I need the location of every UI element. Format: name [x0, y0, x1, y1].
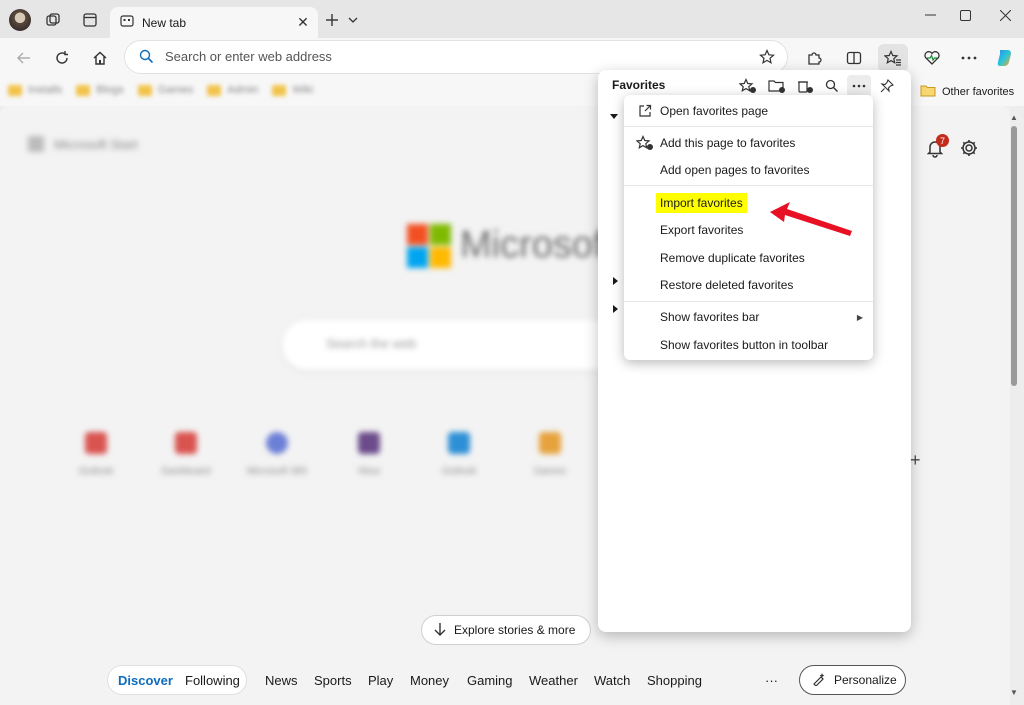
menu-item-show-favorites-button[interactable]: Show favorites button in toolbar: [624, 332, 873, 358]
close-window-icon[interactable]: [990, 4, 1020, 26]
scrollbar[interactable]: [1011, 126, 1017, 686]
browser-essentials-heart-icon[interactable]: [920, 46, 944, 70]
quick-link[interactable]: Dashboard: [150, 416, 222, 488]
quick-link[interactable]: Outlook: [423, 416, 495, 488]
add-favorite-icon: [636, 134, 654, 152]
add-favorite-star-icon[interactable]: [759, 49, 775, 68]
other-favorites[interactable]: Other favorites: [920, 84, 1014, 100]
menu-item-show-favorites-bar[interactable]: Show favorites bar ▶: [624, 304, 873, 330]
collapsed-folder-caret-icon[interactable]: [612, 276, 620, 286]
menu-item-open-favorites-page[interactable]: Open favorites page: [624, 98, 873, 124]
quick-link[interactable]: Games: [514, 416, 586, 488]
favorites-panel-title: Favorites: [612, 78, 666, 92]
menu-item-add-this-page[interactable]: Add this page to favorites: [624, 130, 873, 156]
pin-icon[interactable]: [877, 76, 897, 96]
folder-icon: [76, 84, 91, 96]
menu-divider: [624, 185, 873, 186]
tab-bar: New tab ✕: [0, 0, 1024, 38]
scroll-down-arrow-icon[interactable]: ▼: [1010, 688, 1018, 697]
minimize-icon[interactable]: [915, 4, 945, 26]
search-favorites-icon[interactable]: [822, 76, 842, 96]
collapsed-folder-caret-icon[interactable]: [612, 304, 620, 314]
tab-following[interactable]: Following: [185, 673, 240, 688]
tab-weather[interactable]: Weather: [529, 673, 578, 688]
split-screen-icon[interactable]: [842, 46, 866, 70]
more-options-icon[interactable]: [957, 46, 981, 70]
delete-favorite-icon[interactable]: [795, 76, 815, 96]
folder-icon: [272, 84, 287, 96]
favorite-folder[interactable]: Installs: [8, 84, 62, 96]
menu-item-restore-deleted[interactable]: Restore deleted favorites: [624, 272, 873, 298]
vertical-tabs-icon[interactable]: [79, 9, 101, 31]
new-tab-page-icon: [120, 14, 134, 31]
folder-icon: [8, 84, 22, 96]
tab-shopping[interactable]: Shopping: [647, 673, 702, 688]
folder-icon: [207, 84, 222, 96]
tab-news[interactable]: News: [265, 673, 298, 688]
favorite-folder[interactable]: Games: [137, 84, 193, 96]
favorite-folder[interactable]: Wiki: [272, 84, 313, 96]
personalize-button[interactable]: Personalize: [799, 665, 906, 695]
annotation-arrow-icon: [770, 202, 852, 236]
microsoft-wordmark: Microsoft: [460, 224, 615, 266]
scroll-up-arrow-icon[interactable]: ▲: [1010, 113, 1018, 122]
open-external-icon: [636, 102, 654, 120]
tab-new-tab[interactable]: New tab ✕: [110, 7, 318, 38]
add-folder-icon[interactable]: [767, 76, 787, 96]
refresh-icon[interactable]: [50, 46, 74, 70]
address-input[interactable]: [165, 49, 725, 64]
tab-watch[interactable]: Watch: [594, 673, 630, 688]
notification-badge: 7: [936, 134, 949, 147]
favorite-folder[interactable]: Blogs: [76, 84, 124, 96]
profile-avatar[interactable]: [9, 9, 31, 31]
app-launcher-icon[interactable]: [28, 136, 44, 152]
more-options-icon[interactable]: [847, 75, 871, 97]
tab-title: New tab: [142, 15, 187, 30]
add-icon[interactable]: +: [910, 450, 921, 471]
menu-divider: [624, 126, 873, 127]
microsoft-start-header[interactable]: Microsoft Start: [28, 136, 138, 152]
new-tab-button[interactable]: [322, 10, 342, 30]
quick-link[interactable]: Microsoft 365: [241, 416, 313, 488]
tab-discover[interactable]: Discover: [118, 673, 173, 688]
microsoft-logo: [407, 224, 451, 268]
arrow-down-icon: [434, 622, 446, 639]
gear-icon[interactable]: [959, 138, 981, 160]
extensions-icon[interactable]: [802, 46, 826, 70]
maximize-icon[interactable]: [950, 4, 980, 26]
copilot-icon[interactable]: [993, 46, 1017, 70]
explore-stories-button[interactable]: Explore stories & more: [421, 615, 591, 645]
menu-divider: [624, 301, 873, 302]
address-bar[interactable]: [124, 40, 788, 74]
menu-item-remove-duplicates[interactable]: Remove duplicate favorites: [624, 245, 873, 271]
feed-navigation: Discover Following News Sports Play Mone…: [0, 664, 1010, 698]
submenu-arrow-icon: ▶: [856, 312, 863, 322]
folder-icon: [920, 84, 936, 100]
workspaces-icon[interactable]: [42, 9, 64, 31]
tab-list-chevron-down-icon[interactable]: [346, 12, 360, 28]
tab-play[interactable]: Play: [368, 673, 393, 688]
tab-money[interactable]: Money: [410, 673, 449, 688]
tab-gaming[interactable]: Gaming: [467, 673, 513, 688]
back-arrow-icon[interactable]: [12, 46, 36, 70]
more-tabs-button[interactable]: ···: [765, 673, 778, 688]
expand-folder-caret-icon[interactable]: [609, 113, 619, 121]
blurred-favorites: Installs Blogs Games Admin Wiki: [8, 84, 313, 96]
quick-link[interactable]: Xbox: [333, 416, 405, 488]
home-icon[interactable]: [88, 46, 112, 70]
quick-link[interactable]: Outlook: [60, 416, 132, 488]
sparkle-pen-icon: [812, 672, 826, 689]
web-search-box[interactable]: Search the web: [282, 320, 622, 370]
add-favorite-icon[interactable]: [738, 76, 758, 96]
folder-icon: [137, 84, 152, 96]
menu-item-add-open-pages[interactable]: Add open pages to favorites: [624, 157, 873, 183]
tab-sports[interactable]: Sports: [314, 673, 352, 688]
favorites-button[interactable]: [878, 44, 908, 72]
favorite-folder[interactable]: Admin: [207, 84, 258, 96]
search-icon: [139, 49, 154, 67]
close-tab-icon[interactable]: ✕: [292, 12, 314, 34]
scrollbar-thumb[interactable]: [1011, 126, 1017, 386]
